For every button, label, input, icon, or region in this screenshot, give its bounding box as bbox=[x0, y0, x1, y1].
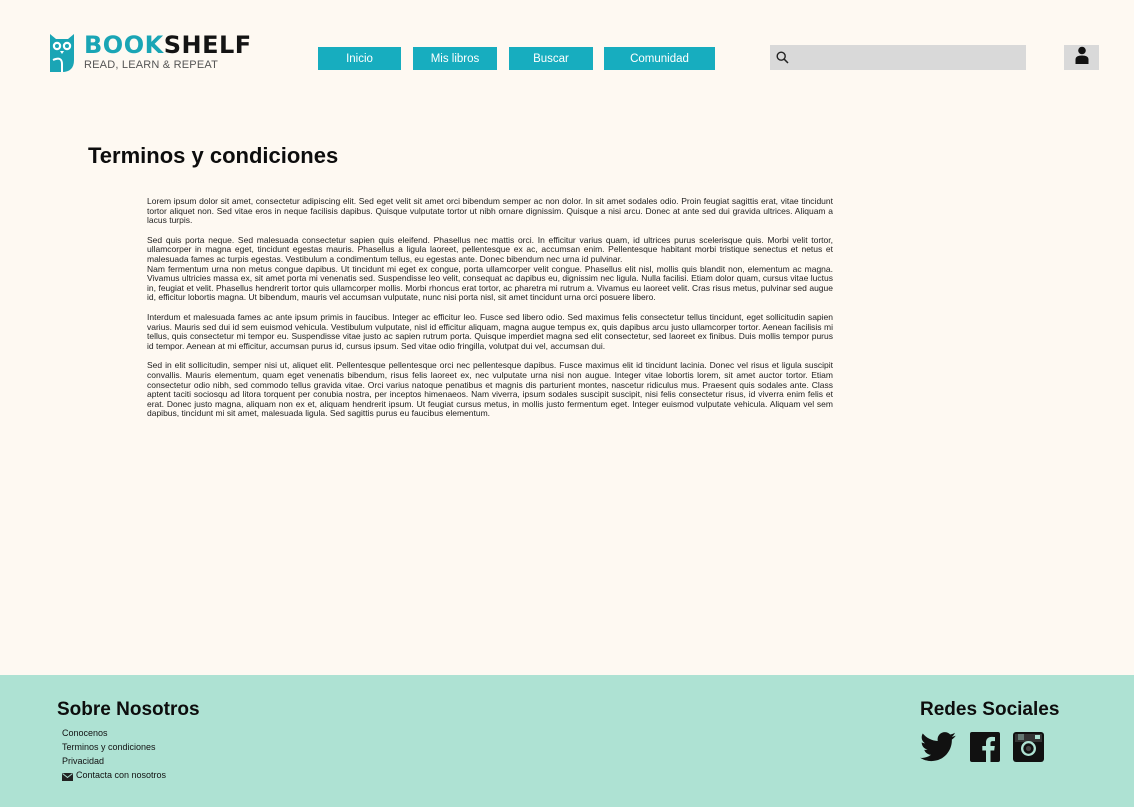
footer-link-conocenos[interactable]: Conocenos bbox=[62, 726, 166, 740]
terms-content: Lorem ipsum dolor sit amet, consectetur … bbox=[147, 196, 833, 429]
footer: Sobre Nosotros Conocenos Terminos y cond… bbox=[0, 675, 1134, 807]
footer-link-label: Privacidad bbox=[62, 756, 105, 766]
nav-comunidad-button[interactable]: Comunidad bbox=[604, 47, 715, 70]
brand-name: BOOKSHELF bbox=[84, 32, 252, 58]
terms-paragraph: Sed quis porta neque. Sed malesuada cons… bbox=[147, 234, 833, 264]
owl-logo-icon bbox=[48, 30, 76, 72]
twitter-icon[interactable] bbox=[920, 732, 957, 762]
user-button[interactable] bbox=[1064, 45, 1099, 70]
search-icon[interactable] bbox=[770, 45, 794, 70]
mail-icon bbox=[62, 771, 73, 781]
terms-paragraph: Nam fermentum urna non metus congue dapi… bbox=[147, 263, 833, 303]
search-input[interactable] bbox=[794, 45, 1026, 70]
footer-link-label: Terminos y condiciones bbox=[62, 742, 156, 752]
search-bar bbox=[770, 45, 1026, 70]
footer-links: Conocenos Terminos y condiciones Privaci… bbox=[62, 726, 166, 782]
brand-name-part1: BOOK bbox=[84, 31, 164, 59]
footer-link-label: Conocenos bbox=[62, 728, 108, 738]
footer-link-privacidad[interactable]: Privacidad bbox=[62, 754, 166, 768]
social-heading: Redes Sociales bbox=[920, 699, 1060, 720]
terms-paragraph: Lorem ipsum dolor sit amet, consectetur … bbox=[147, 196, 833, 226]
footer-link-label: Contacta con nosotros bbox=[76, 770, 167, 780]
terms-paragraph: Interdum et malesuada fames ac ante ipsu… bbox=[147, 311, 833, 351]
nav-buscar-button[interactable]: Buscar bbox=[509, 47, 593, 70]
footer-link-contacto[interactable]: Contacta con nosotros bbox=[62, 768, 166, 782]
terms-paragraph: Sed in elit sollicitudin, semper nisi ut… bbox=[147, 360, 833, 419]
nav-inicio-button[interactable]: Inicio bbox=[318, 47, 401, 70]
social-links bbox=[920, 732, 1057, 762]
header: BOOKSHELF READ, LEARN & REPEAT Inicio Mi… bbox=[0, 0, 1134, 110]
brand-tagline: READ, LEARN & REPEAT bbox=[84, 59, 218, 71]
instagram-icon[interactable] bbox=[1013, 732, 1044, 762]
user-icon bbox=[1075, 46, 1089, 69]
about-heading: Sobre Nosotros bbox=[57, 699, 200, 720]
logo[interactable]: BOOKSHELF READ, LEARN & REPEAT bbox=[48, 30, 254, 82]
nav-mis-libros-button[interactable]: Mis libros bbox=[413, 47, 497, 70]
page-title: Terminos y condiciones bbox=[88, 143, 339, 168]
facebook-icon[interactable] bbox=[970, 732, 1000, 762]
brand-name-part2: SHELF bbox=[163, 31, 252, 59]
footer-link-terminos[interactable]: Terminos y condiciones bbox=[62, 740, 166, 754]
